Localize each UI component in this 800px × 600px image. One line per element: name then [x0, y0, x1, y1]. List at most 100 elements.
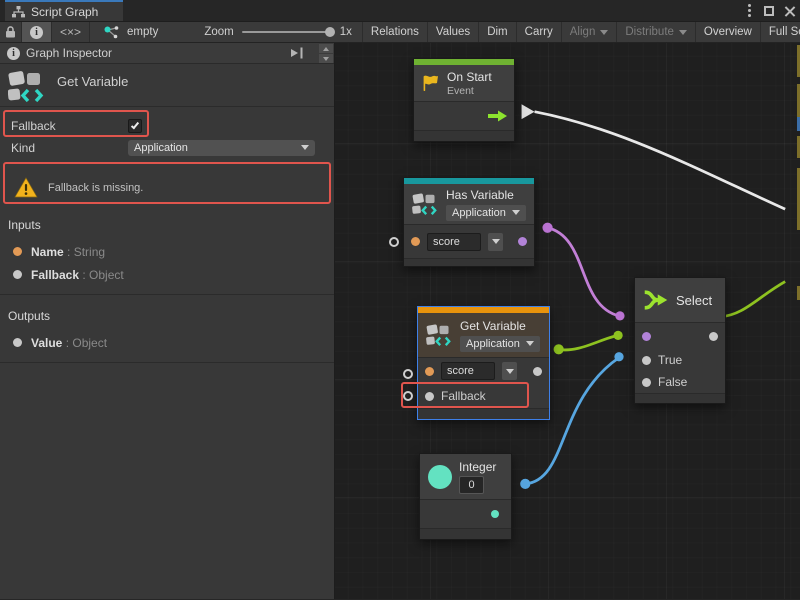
name-input-port[interactable] — [425, 367, 434, 376]
integer-output-port[interactable] — [491, 510, 499, 518]
zoom-value: 1x — [340, 26, 352, 38]
zoom-label: Zoom — [204, 26, 233, 38]
variable-kind-dropdown[interactable]: Application — [446, 205, 526, 221]
select-condition-row — [635, 323, 725, 349]
chevron-down-icon — [492, 239, 500, 244]
kind-dropdown-value: Application — [134, 142, 188, 154]
scroll-down-button[interactable] — [319, 54, 333, 63]
variable-kind-dropdown[interactable]: Application — [460, 336, 540, 352]
kind-property-row: Kind Application — [0, 138, 334, 157]
wire-has-variable-to-select[interactable] — [542, 223, 624, 321]
variables-icon — [412, 192, 439, 217]
fallback-property-label: Fallback — [11, 119, 128, 133]
check-icon — [131, 120, 139, 129]
lock-button[interactable] — [0, 22, 22, 42]
wire-get-variable-to-select-true[interactable] — [554, 331, 623, 355]
name-input-port[interactable] — [411, 237, 420, 246]
tab-title: Script Graph — [31, 5, 98, 19]
outputs-section-title: Outputs — [0, 309, 334, 323]
true-port-label: True — [658, 353, 682, 367]
on-start-header: On Start Event — [414, 65, 514, 102]
arrow-up-icon — [323, 47, 329, 51]
full-screen-button[interactable]: Full Screen — [761, 22, 800, 42]
value-output-port[interactable] — [533, 367, 542, 376]
result-output-port[interactable] — [518, 237, 527, 246]
graph-breadcrumb[interactable]: empty — [90, 22, 172, 42]
zoom-slider-handle[interactable] — [325, 27, 335, 37]
breadcrumb-label: empty — [127, 26, 158, 38]
variable-picker-button[interactable] — [502, 362, 517, 380]
align-button[interactable]: Align — [562, 22, 618, 42]
script-graph-tab[interactable]: Script Graph — [5, 0, 123, 21]
node-title: Integer — [459, 460, 496, 474]
true-input-port[interactable] — [642, 356, 651, 365]
dock-icon — [290, 47, 305, 59]
zoom-slider[interactable] — [242, 31, 332, 33]
kind-dropdown[interactable]: Application — [128, 140, 315, 156]
has-variable-body: score — [404, 225, 534, 258]
fallback-input-port[interactable] — [425, 392, 434, 401]
graph-canvas[interactable]: On Start Event — [335, 43, 800, 599]
integer-header: Integer 0 — [420, 454, 511, 500]
close-icon[interactable] — [784, 5, 796, 17]
info-icon: i — [30, 26, 43, 39]
warning-text: Fallback is missing. — [48, 182, 143, 194]
wire-on-start-trigger[interactable] — [522, 104, 786, 209]
select-node[interactable]: Select True False — [634, 277, 726, 404]
variable-kind-value: Application — [466, 338, 520, 350]
graph-inspector-header: i Graph Inspector — [0, 43, 334, 64]
inspector-toggle-button[interactable]: i — [22, 22, 52, 42]
distribute-button[interactable]: Distribute — [617, 22, 696, 42]
values-button[interactable]: Values — [428, 22, 479, 42]
graph-inspector-panel: i Graph Inspector — [0, 43, 335, 599]
info-icon: i — [7, 47, 20, 60]
node-footer — [420, 528, 511, 539]
trigger-output-port[interactable] — [488, 110, 507, 122]
inspector-scrollbar — [319, 44, 333, 63]
get-variable-name-row: score — [418, 358, 549, 384]
dim-button[interactable]: Dim — [479, 22, 516, 42]
overview-button[interactable]: Overview — [696, 22, 761, 42]
warning-box: Fallback is missing. — [12, 171, 322, 204]
select-header: Select — [635, 278, 725, 323]
variable-name-input[interactable]: score — [441, 362, 495, 380]
fallback-checkbox[interactable] — [128, 119, 142, 133]
variable-picker-button[interactable] — [488, 233, 503, 251]
integer-node[interactable]: Integer 0 — [419, 453, 512, 540]
window-controls — [745, 3, 796, 18]
has-variable-header: Has Variable Application — [404, 184, 534, 225]
node-title: Select — [676, 293, 712, 308]
integer-body — [420, 500, 511, 528]
node-title: Has Variable — [446, 188, 526, 202]
on-start-node[interactable]: On Start Event — [413, 58, 515, 142]
node-title: Get Variable — [460, 319, 540, 333]
has-variable-node[interactable]: Has Variable Application score — [403, 177, 535, 267]
tab-bar: Script Graph — [0, 0, 800, 21]
get-variable-node[interactable]: Get Variable Application score Fal — [417, 306, 550, 420]
window-menu-icon[interactable] — [748, 9, 751, 12]
lock-icon — [5, 26, 16, 38]
integer-value-input[interactable]: 0 — [459, 476, 484, 494]
wires-layer — [335, 43, 800, 599]
arrow-down-icon — [323, 57, 329, 61]
script-graph-window: Script Graph i <×> — [0, 0, 800, 600]
maximize-icon[interactable] — [764, 6, 774, 16]
selection-output-port[interactable] — [709, 332, 718, 341]
flag-icon — [422, 74, 440, 92]
relations-button[interactable]: Relations — [363, 22, 428, 42]
chevron-down-icon — [600, 30, 608, 35]
output-row-value: Value : Object — [0, 331, 334, 354]
object-port-icon — [13, 270, 22, 279]
scroll-up-button[interactable] — [319, 44, 333, 53]
unconnected-port-ring — [403, 369, 413, 379]
inputs-section-title: Inputs — [0, 218, 334, 232]
condition-input-port[interactable] — [642, 332, 651, 341]
carry-button[interactable]: Carry — [517, 22, 562, 42]
chevron-down-icon — [526, 341, 534, 346]
variable-name-input[interactable]: score — [427, 233, 481, 251]
select-icon — [643, 287, 669, 313]
code-preview-button[interactable]: <×> — [52, 22, 90, 42]
graph-toolbar: i <×> empty Zoom 1x Relations Values Dim — [0, 21, 800, 43]
false-input-port[interactable] — [642, 378, 651, 387]
dock-panel-button[interactable] — [290, 47, 305, 59]
